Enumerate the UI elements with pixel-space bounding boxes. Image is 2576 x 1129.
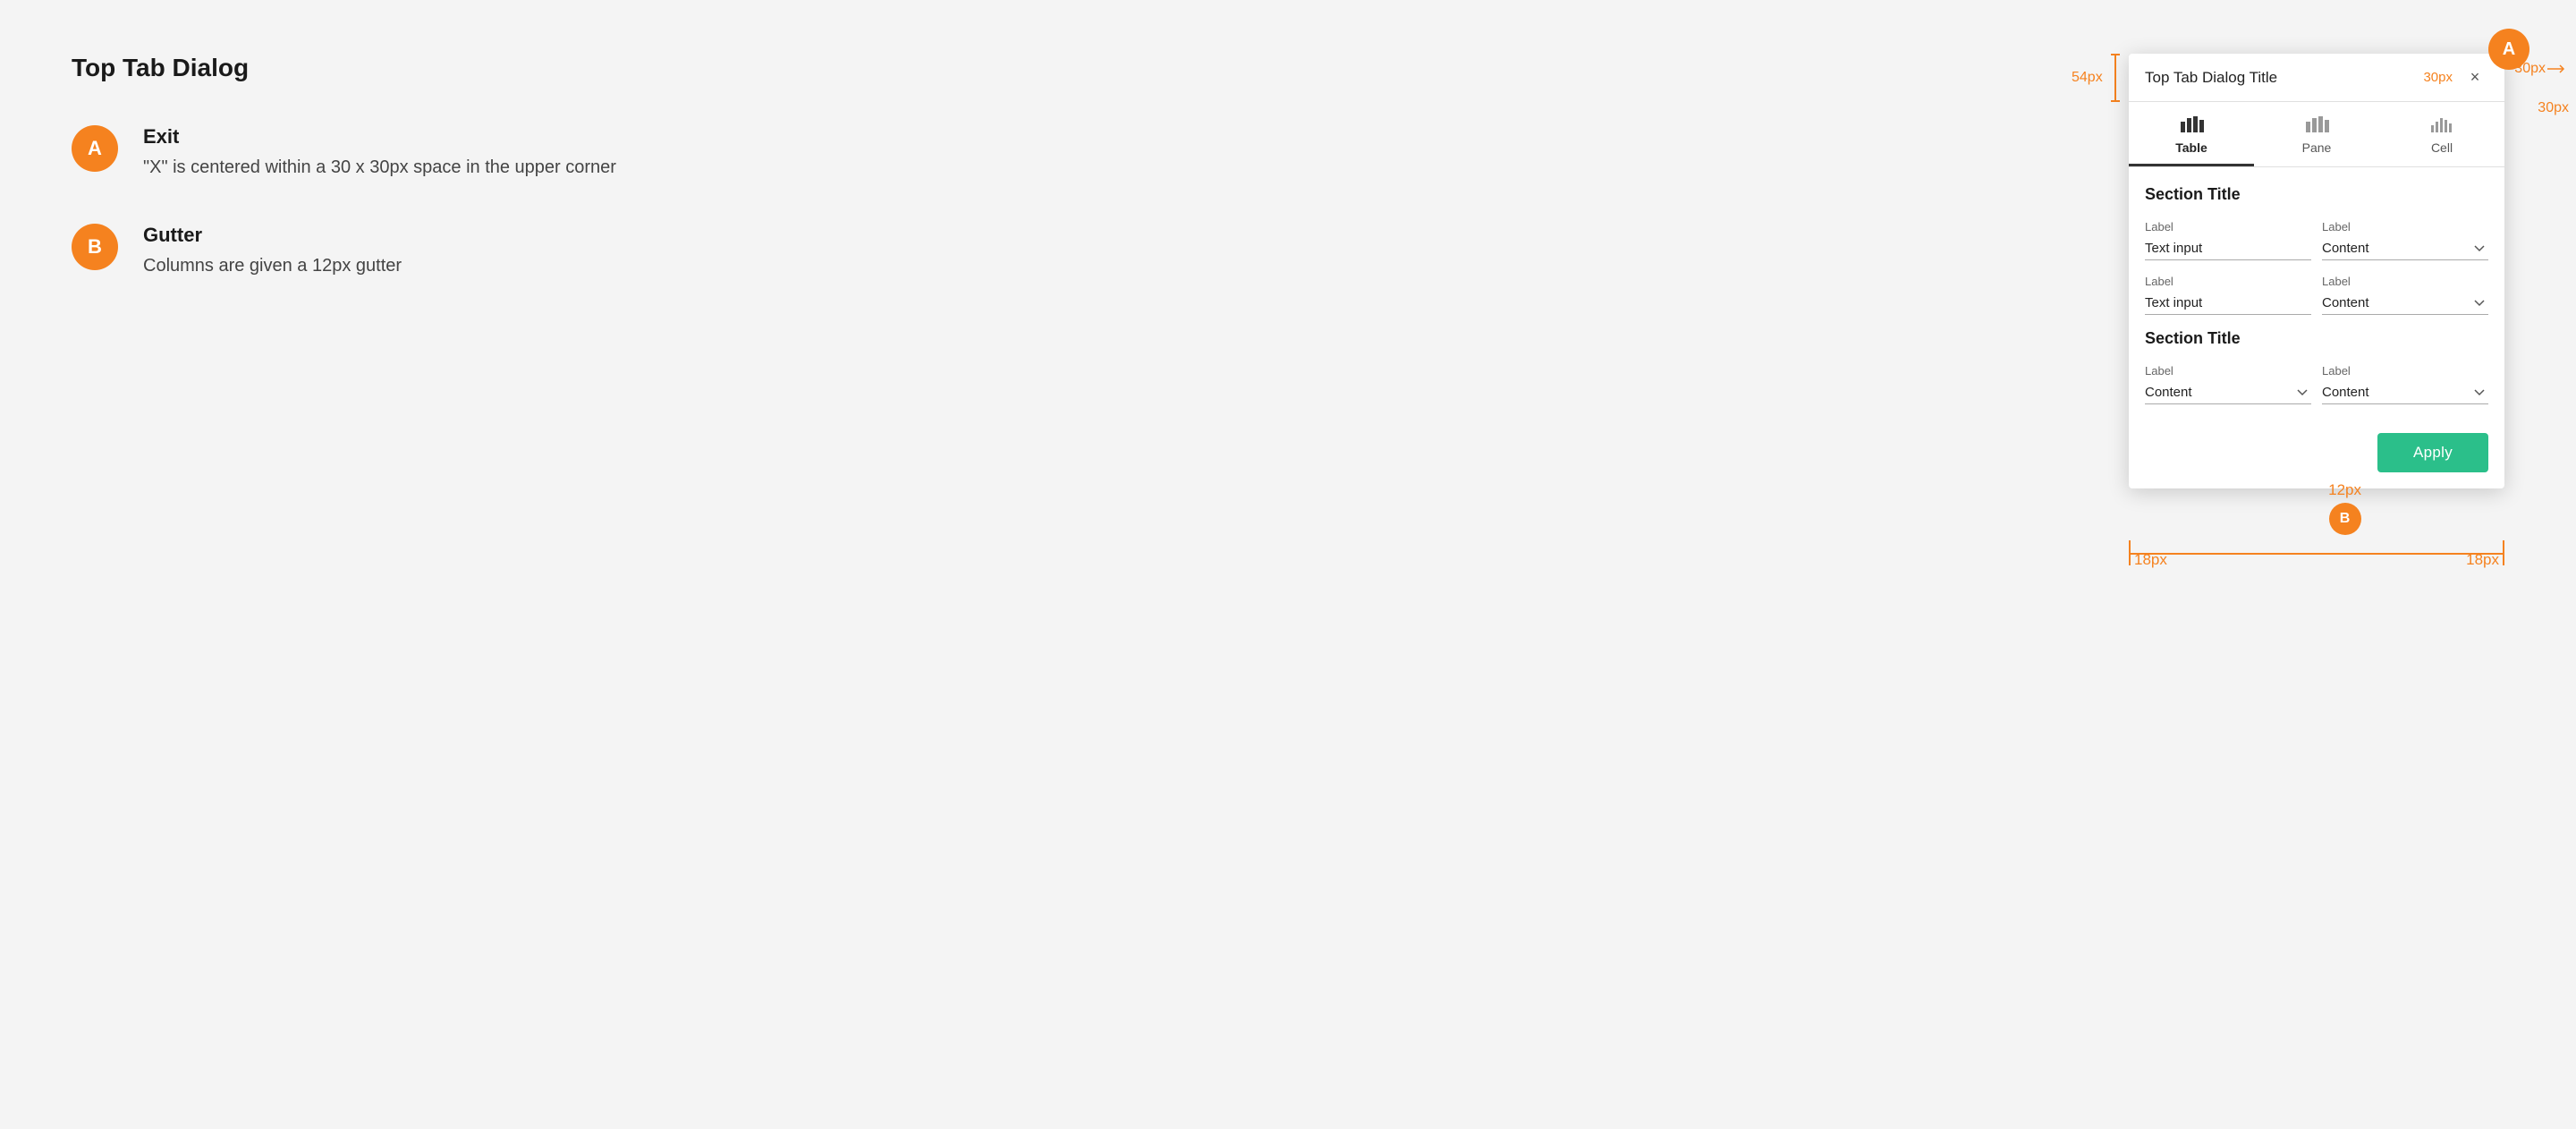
tab-table-label: Table — [2175, 140, 2207, 155]
dim-30px-label: 30px — [2423, 70, 2453, 85]
label-1-2: Label — [2322, 220, 2488, 233]
form-col-3-2: Label Content Option 2 — [2322, 364, 2488, 404]
badge-b-main: B — [72, 224, 118, 270]
bracket-bottom-line — [2129, 553, 2504, 555]
annotation-b-label: Gutter — [143, 224, 402, 247]
tabs-row: Table Pane — [2129, 102, 2504, 167]
annotation-a-desc: "X" is centered within a 30 x 30px space… — [143, 154, 616, 181]
select-2-2[interactable]: Content Option 2 — [2322, 292, 2488, 315]
table-icon — [2179, 113, 2204, 137]
tab-cell-label: Cell — [2431, 140, 2453, 155]
annotation-a-label: Exit — [143, 125, 616, 149]
tab-cell[interactable]: Cell — [2379, 102, 2504, 166]
form-col-1-1: Label — [2145, 220, 2311, 260]
bracket-bottom-right — [2503, 540, 2504, 555]
select-1-2[interactable]: Content Option 2 — [2322, 237, 2488, 260]
dim-12px-label: 12px — [2328, 481, 2361, 499]
label-3-1: Label — [2145, 364, 2311, 378]
form-col-3-1: Label Content Option 2 — [2145, 364, 2311, 404]
label-1-1: Label — [2145, 220, 2311, 233]
form-row-3: Label Content Option 2 Label Content Opt… — [2145, 364, 2488, 404]
annotation-b: B Gutter Columns are given a 12px gutter — [72, 224, 733, 279]
dim-54px: 54px — [2072, 54, 2103, 102]
label-2-2: Label — [2322, 275, 2488, 288]
form-row-2: Label Label Content Option 2 — [2145, 275, 2488, 315]
select-3-2[interactable]: Content Option 2 — [2322, 381, 2488, 404]
dim-gutter-group: 12px B — [2328, 481, 2361, 535]
apply-button[interactable]: Apply — [2377, 433, 2488, 472]
bracket-top-cap — [2111, 54, 2120, 55]
dialog-header: Top Tab Dialog Title 30px × — [2129, 54, 2504, 102]
section-1-title: Section Title — [2145, 185, 2488, 204]
tab-table[interactable]: Table — [2129, 102, 2254, 166]
text-input-2-1[interactable] — [2145, 292, 2311, 315]
pane-icon — [2304, 113, 2329, 137]
form-col-2-1: Label — [2145, 275, 2311, 315]
dialog-body: Section Title Label Label Content Option… — [2129, 167, 2504, 404]
form-col-2-2: Label Content Option 2 — [2322, 275, 2488, 315]
label-2-1: Label — [2145, 275, 2311, 288]
page-title: Top Tab Dialog — [72, 54, 733, 82]
dim-30px-margin: 30px — [2538, 100, 2569, 116]
dialog-title: Top Tab Dialog Title — [2145, 69, 2277, 87]
annotation-a: A Exit "X" is centered within a 30 x 30p… — [72, 125, 733, 181]
form-col-1-2: Label Content Option 2 — [2322, 220, 2488, 260]
badge-b-dialog: B — [2329, 503, 2361, 535]
bracket-bottom-left — [2129, 540, 2131, 555]
dialog-footer: Apply — [2129, 419, 2504, 488]
dialog-region: A 30px 30px 54px Top Tab Dialog Title 30… — [2129, 54, 2504, 488]
bracket-bottom-cap — [2111, 100, 2120, 102]
form-row-1: Label Label Content Option 2 — [2145, 220, 2488, 260]
dialog-container: Top Tab Dialog Title 30px × Table — [2129, 54, 2504, 488]
annotation-b-desc: Columns are given a 12px gutter — [143, 252, 402, 279]
tab-pane-label: Pane — [2302, 140, 2332, 155]
section-2-title: Section Title — [2145, 329, 2488, 348]
text-input-1-1[interactable] — [2145, 237, 2311, 260]
cell-icon — [2429, 113, 2454, 137]
bracket-left-vertical — [2114, 54, 2116, 102]
label-3-2: Label — [2322, 364, 2488, 378]
badge-a: A — [72, 125, 118, 172]
close-button[interactable]: × — [2462, 64, 2488, 91]
corner-badge-a: A — [2488, 29, 2529, 70]
tab-pane[interactable]: Pane — [2254, 102, 2379, 166]
select-3-1[interactable]: Content Option 2 — [2145, 381, 2311, 404]
